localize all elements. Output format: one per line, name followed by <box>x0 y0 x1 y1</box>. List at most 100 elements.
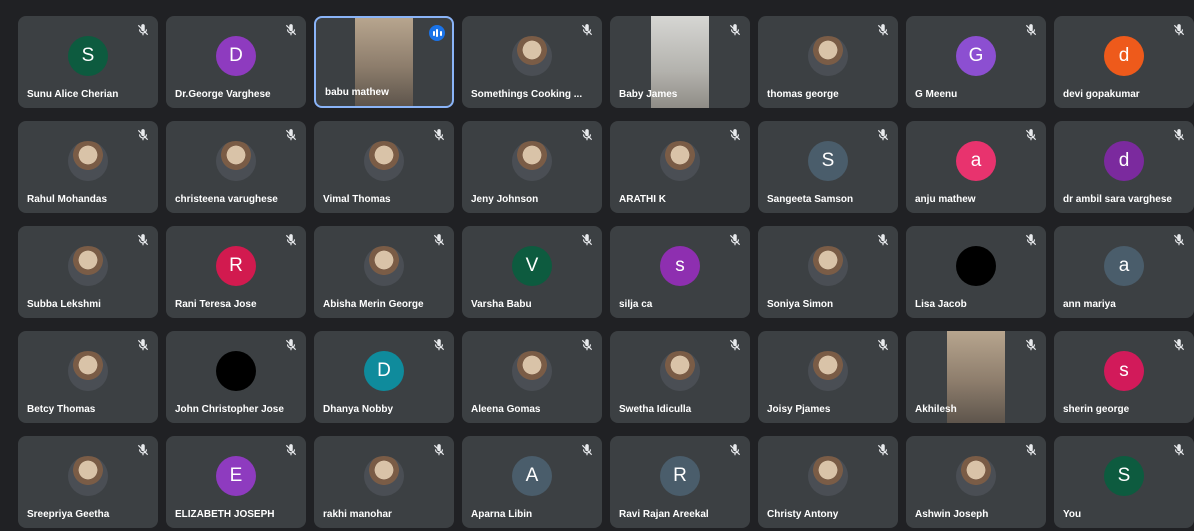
participant-tile[interactable]: s silja ca <box>610 226 750 318</box>
participant-tile[interactable]: Ashwin Joseph <box>906 436 1046 528</box>
participant-tile[interactable]: Joisy Pjames <box>758 331 898 423</box>
mic-off-icon <box>1172 338 1186 352</box>
participant-tile[interactable]: Somethings Cooking ... <box>462 16 602 108</box>
participant-tile[interactable]: Baby James <box>610 16 750 108</box>
participant-tile[interactable]: Sreepriya Geetha <box>18 436 158 528</box>
participant-name: silja ca <box>619 299 653 310</box>
participant-tile[interactable]: Soniya Simon <box>758 226 898 318</box>
mic-off-icon <box>876 23 890 37</box>
participant-tile[interactable]: Jeny Johnson <box>462 121 602 213</box>
mic-off-icon <box>284 338 298 352</box>
participant-name: Christy Antony <box>767 509 839 520</box>
participant-tile[interactable]: D Dhanya Nobby <box>314 331 454 423</box>
participant-name: Sangeeta Samson <box>767 194 854 205</box>
mic-off-icon <box>580 338 594 352</box>
avatar <box>68 351 108 392</box>
participant-tile[interactable]: christeena varughese <box>166 121 306 213</box>
participant-name: Sunu Alice Cherian <box>27 89 119 100</box>
participant-grid: S Sunu Alice Cherian D Dr.George Varghese ba… <box>18 16 1194 528</box>
participant-name: John Christopher Jose <box>175 404 284 415</box>
participant-name: ann mariya <box>1063 299 1116 310</box>
participant-tile[interactable]: S Sangeeta Samson <box>758 121 898 213</box>
participant-tile[interactable]: d dr ambil sara varghese <box>1054 121 1194 213</box>
avatar <box>68 456 108 497</box>
participant-tile[interactable]: V Varsha Babu <box>462 226 602 318</box>
participant-tile[interactable]: Aleena Gomas <box>462 331 602 423</box>
participant-tile[interactable]: ARATHI K <box>610 121 750 213</box>
participant-name: Joisy Pjames <box>767 404 831 415</box>
avatar <box>68 246 108 287</box>
avatar: s <box>1104 351 1144 392</box>
avatar: E <box>216 456 256 497</box>
participant-name: You <box>1063 509 1082 520</box>
participant-name: Betcy Thomas <box>27 404 96 415</box>
mic-off-icon <box>136 128 150 142</box>
participant-tile[interactable]: thomas george <box>758 16 898 108</box>
avatar: G <box>956 36 996 77</box>
mic-off-icon <box>136 23 150 37</box>
participant-tile[interactable]: Rahul Mohandas <box>18 121 158 213</box>
participant-name: Ashwin Joseph <box>915 509 989 520</box>
avatar <box>364 141 404 182</box>
avatar <box>808 456 848 497</box>
avatar <box>512 36 552 77</box>
avatar <box>216 351 256 392</box>
avatar: a <box>956 141 996 182</box>
participant-name: devi gopakumar <box>1063 89 1140 100</box>
avatar <box>512 141 552 182</box>
participant-name: rakhi manohar <box>323 509 392 520</box>
mic-off-icon <box>876 233 890 247</box>
participant-name: anju mathew <box>915 194 976 205</box>
participant-tile[interactable]: Betcy Thomas <box>18 331 158 423</box>
participant-tile[interactable]: rakhi manohar <box>314 436 454 528</box>
participant-tile[interactable]: John Christopher Jose <box>166 331 306 423</box>
participant-name: Swetha Idiculla <box>619 404 692 415</box>
mic-off-icon <box>136 443 150 457</box>
avatar: d <box>1104 36 1144 77</box>
avatar <box>364 456 404 497</box>
avatar <box>956 246 996 287</box>
participant-tile[interactable]: A Aparna Libin <box>462 436 602 528</box>
mic-off-icon <box>1024 233 1038 247</box>
participant-tile[interactable]: R Rani Teresa Jose <box>166 226 306 318</box>
participant-name: Ravi Rajan Areekal <box>619 509 709 520</box>
participant-tile[interactable]: Abisha Merin George <box>314 226 454 318</box>
mic-off-icon <box>580 443 594 457</box>
avatar <box>660 351 700 392</box>
participant-tile[interactable]: Lisa Jacob <box>906 226 1046 318</box>
participant-tile[interactable]: Swetha Idiculla <box>610 331 750 423</box>
mic-off-icon <box>728 233 742 247</box>
avatar <box>364 246 404 287</box>
participant-name: dr ambil sara varghese <box>1063 194 1172 205</box>
mic-off-icon <box>728 23 742 37</box>
participant-tile[interactable]: S Sunu Alice Cherian <box>18 16 158 108</box>
participant-name: Rahul Mohandas <box>27 194 108 205</box>
mic-off-icon <box>1172 128 1186 142</box>
mic-off-icon <box>136 338 150 352</box>
participant-tile[interactable]: d devi gopakumar <box>1054 16 1194 108</box>
avatar: S <box>1104 456 1144 497</box>
participant-tile[interactable]: D Dr.George Varghese <box>166 16 306 108</box>
participant-tile[interactable]: a ann mariya <box>1054 226 1194 318</box>
participant-tile[interactable]: Akhilesh <box>906 331 1046 423</box>
participant-name: Abisha Merin George <box>323 299 424 310</box>
participant-tile[interactable]: R Ravi Rajan Areekal <box>610 436 750 528</box>
participant-tile[interactable]: s sherin george <box>1054 331 1194 423</box>
mic-off-icon <box>728 443 742 457</box>
participant-name: Soniya Simon <box>767 299 834 310</box>
mic-off-icon <box>580 128 594 142</box>
participant-tile[interactable]: babu mathew <box>314 16 454 108</box>
participant-tile[interactable]: E ELIZABETH JOSEPH <box>166 436 306 528</box>
participant-tile[interactable]: Christy Antony <box>758 436 898 528</box>
mic-off-icon <box>728 338 742 352</box>
participant-name: Dr.George Varghese <box>175 89 271 100</box>
participant-tile[interactable]: S You <box>1054 436 1194 528</box>
mic-off-icon <box>1024 23 1038 37</box>
participant-name: Vimal Thomas <box>323 194 391 205</box>
participant-tile[interactable]: G G Meenu <box>906 16 1046 108</box>
avatar: V <box>512 246 552 287</box>
participant-tile[interactable]: Subba Lekshmi <box>18 226 158 318</box>
participant-tile[interactable]: a anju mathew <box>906 121 1046 213</box>
participant-tile[interactable]: Vimal Thomas <box>314 121 454 213</box>
mic-off-icon <box>728 128 742 142</box>
